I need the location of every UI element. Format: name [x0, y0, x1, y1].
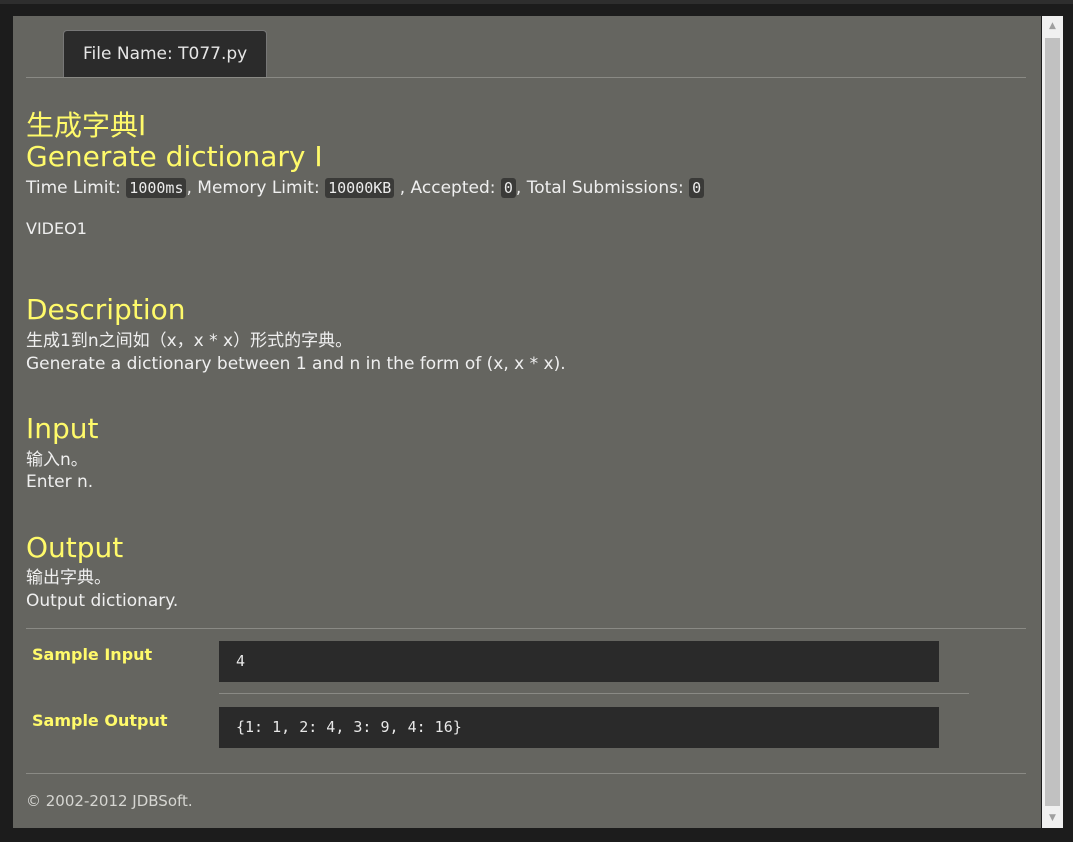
- input-heading: Input: [26, 412, 99, 445]
- problem-window: File Name: T077.py 生成字典I Generate dictio…: [13, 16, 1041, 828]
- divider-bottom: [26, 773, 1026, 774]
- tab-file-name[interactable]: File Name: T077.py: [63, 30, 268, 77]
- description-text-en: Generate a dictionary between 1 and n in…: [26, 354, 566, 374]
- window-top-strip: [0, 0, 1073, 4]
- sample-output-label: Sample Output: [32, 711, 168, 730]
- input-text-en: Enter n.: [26, 472, 94, 492]
- sample-input-box[interactable]: 4: [219, 641, 939, 682]
- total-submissions-value: 0: [689, 178, 705, 198]
- problem-limits: Time Limit: 1000ms, Memory Limit: 10000K…: [26, 176, 705, 200]
- problem-title-cn: 生成字典I: [26, 109, 147, 142]
- scroll-thumb[interactable]: [1045, 38, 1060, 806]
- problem-source: VIDEO1: [26, 219, 87, 238]
- sample-input-label: Sample Input: [32, 645, 153, 664]
- time-limit-label: Time Limit:: [26, 178, 121, 198]
- description-text-cn: 生成1到n之间如（x，x * x）形式的字典。: [26, 331, 353, 351]
- input-text-cn: 输入n。: [26, 450, 88, 470]
- output-text-en: Output dictionary.: [26, 591, 179, 611]
- memory-limit-value: 10000KB: [325, 178, 395, 198]
- accepted-value: 0: [500, 178, 516, 198]
- scroll-down-arrow-icon[interactable]: ▼: [1042, 808, 1063, 828]
- time-limit-value: 1000ms: [126, 178, 187, 198]
- memory-limit-label: , Memory Limit:: [186, 178, 320, 198]
- tab-bar: File Name: T077.py: [26, 16, 1026, 78]
- sample-separator: [219, 693, 969, 694]
- output-heading: Output: [26, 531, 124, 564]
- sample-output-box[interactable]: {1: 1, 2: 4, 3: 9, 4: 16}: [219, 707, 939, 748]
- problem-title-en: Generate dictionary I: [26, 140, 323, 173]
- scroll-up-arrow-icon[interactable]: ▲: [1042, 16, 1063, 36]
- total-submissions-label: , Total Submissions:: [515, 178, 684, 198]
- description-heading: Description: [26, 293, 186, 326]
- divider-top: [26, 628, 1026, 629]
- accepted-label: , Accepted:: [399, 178, 496, 198]
- vertical-scrollbar[interactable]: ▲ ▼: [1042, 16, 1063, 828]
- footer-copyright: © 2002-2012 JDBSoft.: [26, 792, 193, 810]
- output-text-cn: 输出字典。: [26, 568, 111, 588]
